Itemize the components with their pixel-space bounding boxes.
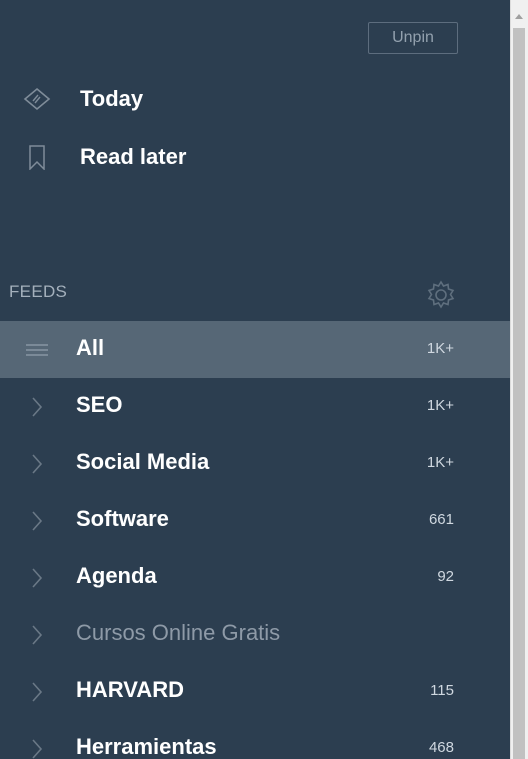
feed-item-name: SEO <box>76 392 123 417</box>
feed-item-agenda[interactable]: Agenda 92 <box>0 549 510 606</box>
chevron-right-icon <box>32 511 43 531</box>
feed-item-name: Cursos Online Gratis <box>76 620 281 645</box>
feed-item-harvard[interactable]: HARVARD 115 <box>0 663 510 720</box>
feed-item-count: 1K+ <box>426 454 454 471</box>
feed-item-all[interactable]: All 1K+ <box>0 321 510 378</box>
feed-item-name: Software <box>76 506 169 531</box>
chevron-right-icon <box>32 625 43 645</box>
feed-item-herramientas[interactable]: Herramientas 468 <box>0 720 510 759</box>
feed-item-name: Agenda <box>76 563 157 588</box>
chevron-right-icon <box>32 739 43 759</box>
feed-item-count: 1K+ <box>426 340 454 357</box>
gear-icon[interactable] <box>424 278 458 312</box>
feed-item-social-media[interactable]: Social Media 1K+ <box>0 435 510 492</box>
vertical-scrollbar[interactable] <box>510 0 528 759</box>
feed-item-count: 661 <box>428 511 454 528</box>
feed-item-name: HARVARD <box>76 677 184 702</box>
feeds-section-label: FEEDS <box>9 282 68 301</box>
nav-item-today[interactable]: Today <box>0 78 510 118</box>
feed-item-name: Herramientas <box>76 734 217 759</box>
sidebar-panel: Unpin Today Read later FEEDS All 1K+ SEO… <box>0 0 510 759</box>
menu-icon <box>26 344 48 356</box>
feed-item-seo[interactable]: SEO 1K+ <box>0 378 510 435</box>
feed-item-count: 92 <box>437 568 454 585</box>
nav-item-read-later[interactable]: Read later <box>0 136 510 176</box>
scrollbar-thumb[interactable] <box>513 28 525 759</box>
feed-item-cursos-online-gratis[interactable]: Cursos Online Gratis <box>0 606 510 663</box>
feed-item-name: Social Media <box>76 449 210 474</box>
unpin-button[interactable]: Unpin <box>368 22 458 54</box>
feed-item-software[interactable]: Software 661 <box>0 492 510 549</box>
chevron-right-icon <box>32 397 43 417</box>
chevron-right-icon <box>32 568 43 588</box>
chevron-right-icon <box>32 454 43 474</box>
chevron-right-icon <box>32 682 43 702</box>
today-icon <box>23 87 51 111</box>
feed-item-name: All <box>76 335 105 360</box>
nav-item-today-label: Today <box>80 86 144 111</box>
nav-item-read-later-label: Read later <box>80 144 187 169</box>
scroll-up-arrow-icon[interactable] <box>515 14 523 19</box>
feed-item-count: 468 <box>428 739 454 756</box>
feed-item-count: 1K+ <box>426 397 454 414</box>
bookmark-icon <box>29 145 45 170</box>
feed-item-count: 115 <box>430 682 454 699</box>
